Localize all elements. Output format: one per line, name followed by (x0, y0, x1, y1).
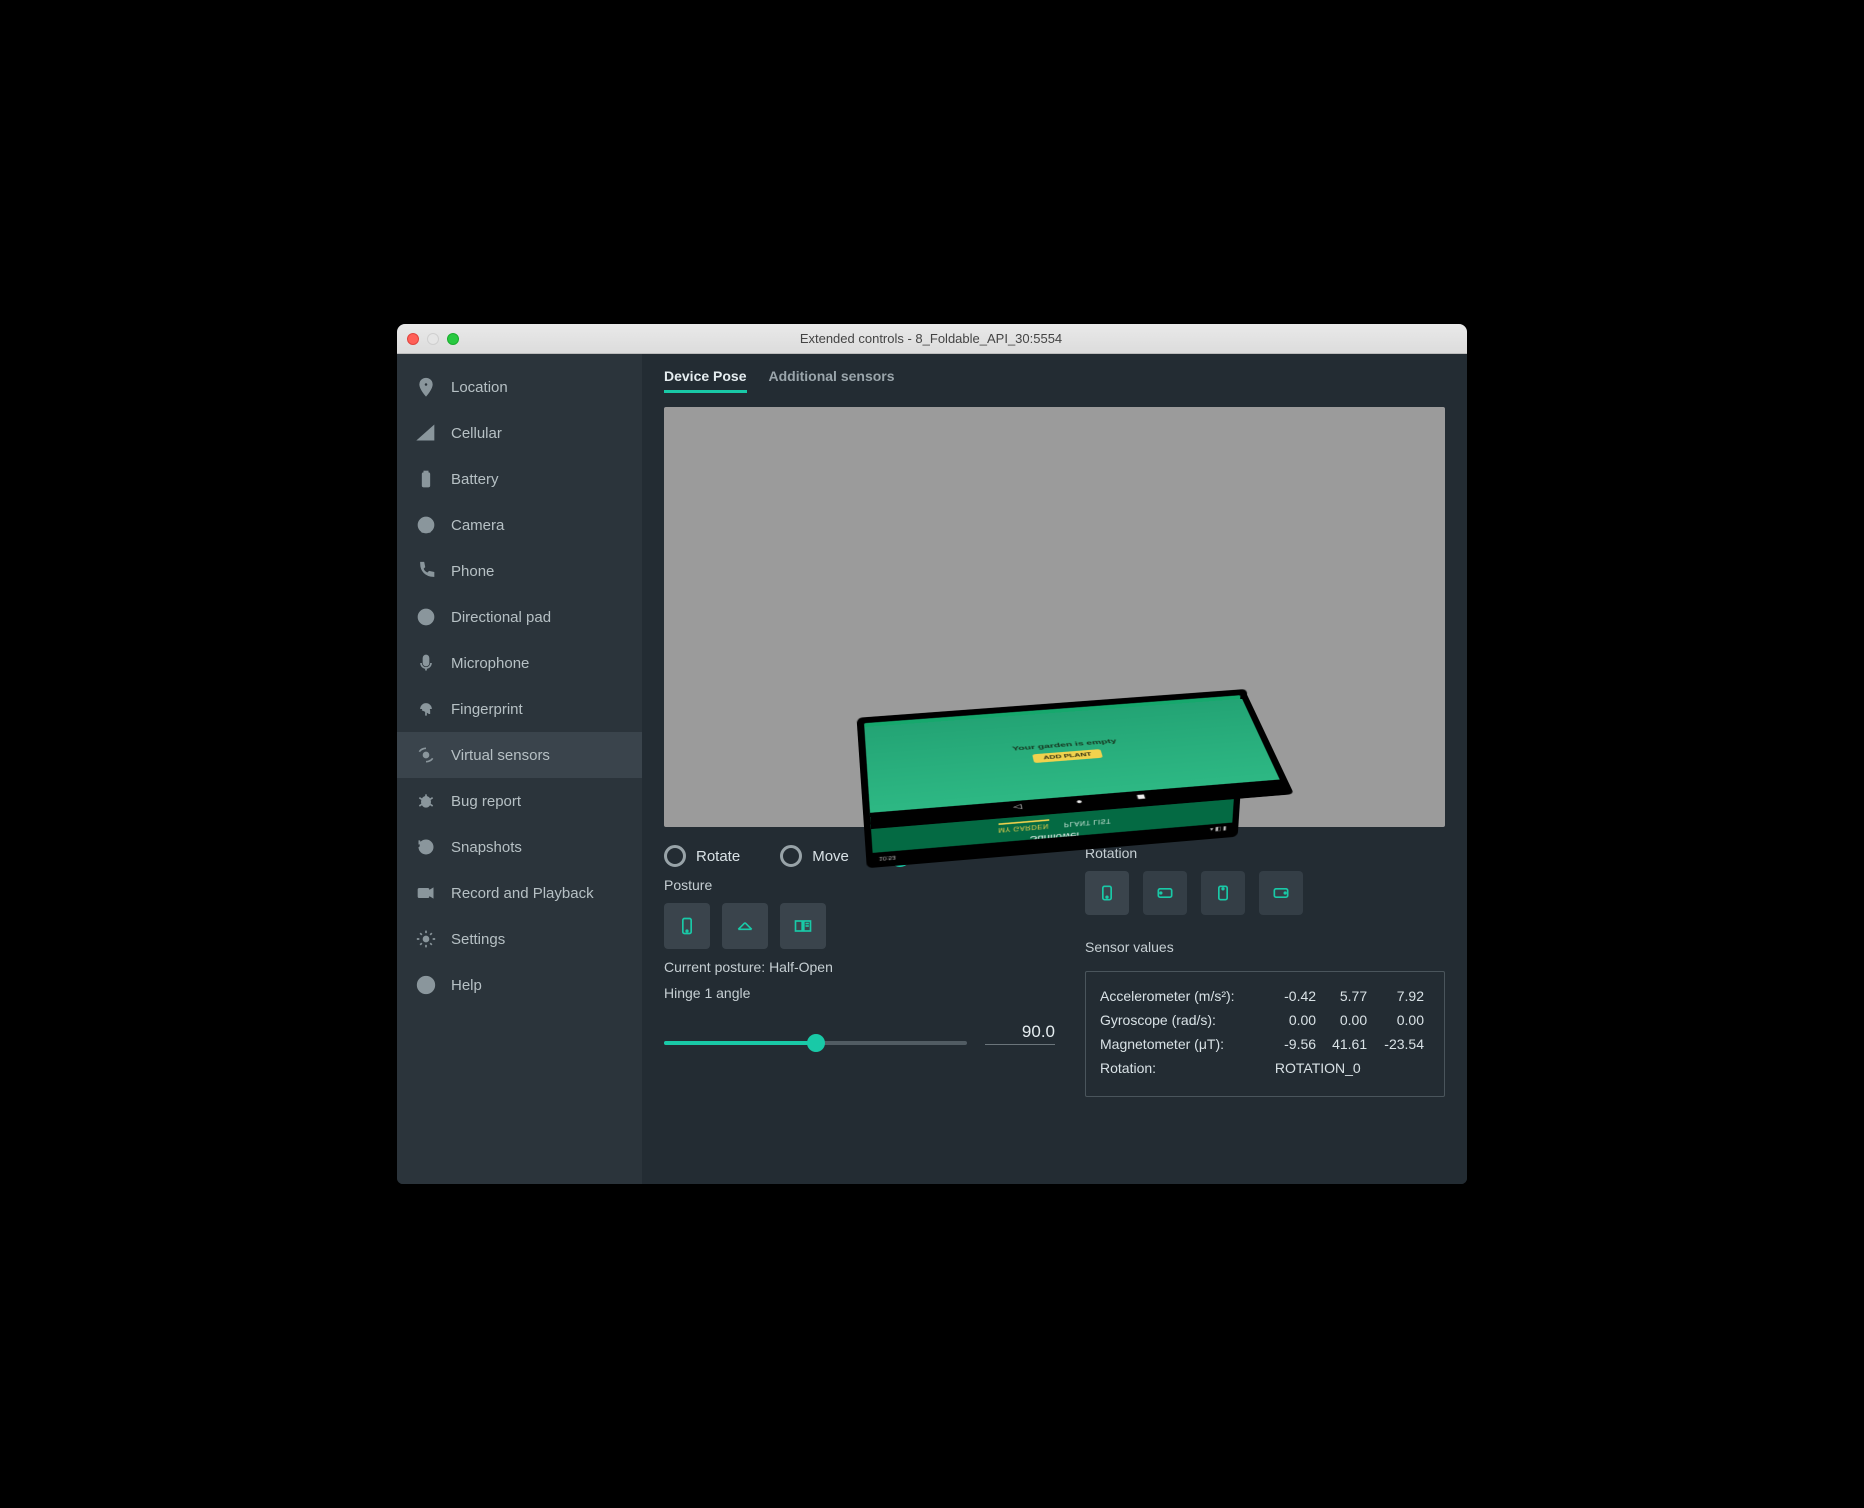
sidebar-item-label: Bug report (451, 793, 521, 810)
gear-icon (415, 928, 437, 950)
rotation-landscape-right-button[interactable] (1259, 871, 1303, 915)
posture-open-button[interactable] (780, 903, 826, 949)
aperture-icon (415, 514, 437, 536)
sidebar-item-label: Cellular (451, 425, 502, 442)
sidebar-item-label: Help (451, 977, 482, 994)
titlebar: Extended controls - 8_Foldable_API_30:55… (397, 324, 1467, 354)
sensor-values-box: Accelerometer (m/s²):-0.425.777.92Gyrosc… (1085, 971, 1445, 1097)
sidebar-item-help[interactable]: ? Help (397, 962, 642, 1008)
main-panel: Device Pose Additional sensors 10:53▴ ◧ … (642, 354, 1467, 1184)
posture-closed-button[interactable] (664, 903, 710, 949)
minimize-icon[interactable] (427, 333, 439, 345)
signal-icon (415, 422, 437, 444)
mode-rotate[interactable]: Rotate (664, 845, 740, 867)
sidebar-item-cellular[interactable]: Cellular (397, 410, 642, 456)
sensor-values-label: Sensor values (1085, 939, 1445, 955)
rotation-label: Rotation (1085, 845, 1445, 861)
window-title: Extended controls - 8_Foldable_API_30:55… (459, 331, 1403, 346)
sidebar-item-label: Battery (451, 471, 499, 488)
bug-icon (415, 790, 437, 812)
sidebar-item-label: Fingerprint (451, 701, 523, 718)
sidebar-item-label: Camera (451, 517, 504, 534)
sidebar-item-label: Directional pad (451, 609, 551, 626)
close-icon[interactable] (407, 333, 419, 345)
video-icon (415, 882, 437, 904)
pin-icon (415, 376, 437, 398)
device-preview[interactable]: 10:53▴ ◧ ▮ Sunflower MY GARDEN PLANT LIS… (664, 407, 1445, 827)
sidebar-item-directional-pad[interactable]: Directional pad (397, 594, 642, 640)
rotation-landscape-left-button[interactable] (1143, 871, 1187, 915)
target-icon (415, 606, 437, 628)
phone-icon (415, 560, 437, 582)
posture-half-open-button[interactable] (722, 903, 768, 949)
sidebar-item-bug-report[interactable]: Bug report (397, 778, 642, 824)
help-icon: ? (415, 974, 437, 996)
sidebar-item-settings[interactable]: Settings (397, 916, 642, 962)
sidebar-item-camera[interactable]: Camera (397, 502, 642, 548)
posture-label: Posture (664, 877, 1055, 893)
sidebar-item-label: Settings (451, 931, 505, 948)
hinge-angle-value[interactable]: 90.0 (985, 1022, 1055, 1045)
sidebar-item-label: Microphone (451, 655, 529, 672)
sidebar-item-label: Snapshots (451, 839, 522, 856)
sidebar: Location Cellular Battery Camera Phone Direct… (397, 354, 642, 1184)
window: Extended controls - 8_Foldable_API_30:55… (397, 324, 1467, 1184)
sidebar-item-microphone[interactable]: Microphone (397, 640, 642, 686)
zoom-icon[interactable] (447, 333, 459, 345)
sidebar-item-label: Record and Playback (451, 885, 594, 902)
hinge-angle-label: Hinge 1 angle (664, 985, 1055, 1001)
window-controls (407, 333, 459, 345)
sidebar-item-battery[interactable]: Battery (397, 456, 642, 502)
sidebar-item-fingerprint[interactable]: Fingerprint (397, 686, 642, 732)
fingerprint-icon (415, 698, 437, 720)
sidebar-item-label: Virtual sensors (451, 747, 550, 764)
foldable-device-mock: 10:53▴ ◧ ▮ Sunflower MY GARDEN PLANT LIS… (835, 452, 1275, 782)
sidebar-item-phone[interactable]: Phone (397, 548, 642, 594)
sidebar-item-location[interactable]: Location (397, 364, 642, 410)
mode-move[interactable]: Move (780, 845, 849, 867)
history-icon (415, 836, 437, 858)
sidebar-item-label: Phone (451, 563, 494, 580)
sidebar-item-virtual-sensors[interactable]: Virtual sensors (397, 732, 642, 778)
tab-device-pose[interactable]: Device Pose (664, 368, 747, 393)
rotation-portrait-reverse-button[interactable] (1201, 871, 1245, 915)
tab-additional-sensors[interactable]: Additional sensors (769, 368, 895, 393)
battery-icon (415, 468, 437, 490)
sensor-icon (415, 744, 437, 766)
hinge-angle-slider[interactable] (664, 1041, 967, 1045)
mic-icon (415, 652, 437, 674)
sidebar-item-record-and-playback[interactable]: Record and Playback (397, 870, 642, 916)
sidebar-item-label: Location (451, 379, 508, 396)
sidebar-item-snapshots[interactable]: Snapshots (397, 824, 642, 870)
rotation-portrait-button[interactable] (1085, 871, 1129, 915)
svg-text:?: ? (423, 979, 430, 992)
